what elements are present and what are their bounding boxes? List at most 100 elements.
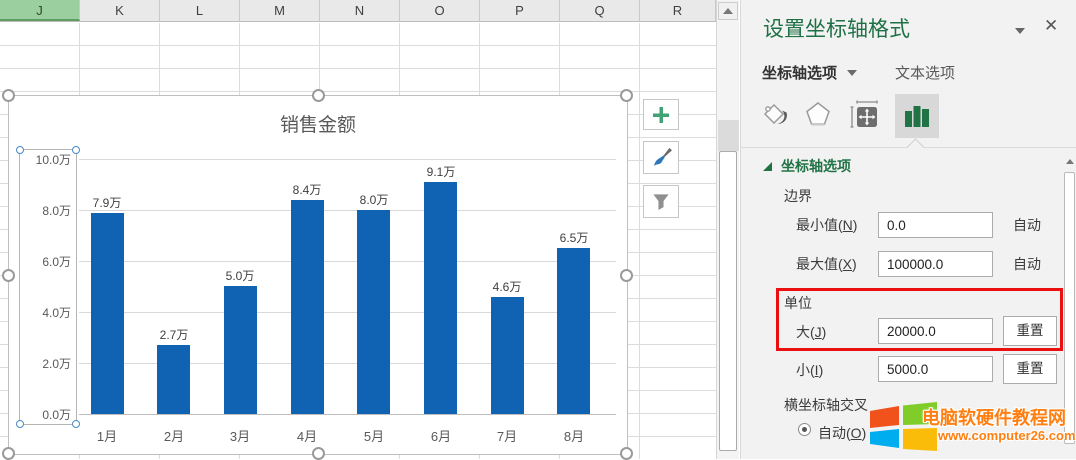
chart-bar[interactable] <box>224 286 257 414</box>
chart-bar[interactable] <box>291 200 324 414</box>
chart-resize-handle[interactable] <box>620 269 633 282</box>
chart-gridline <box>79 210 616 211</box>
chart-styles-button[interactable] <box>643 141 679 174</box>
chart-gridline <box>79 414 616 415</box>
bar-data-label[interactable]: 8.4万 <box>275 181 339 198</box>
x-axis-tick-label[interactable]: 7月 <box>475 426 539 445</box>
chart-resize-handle[interactable] <box>312 89 325 102</box>
chart-plot-area: 0.0万2.0万4.0万6.0万8.0万10.0万7.9万1月2.7万2月5.0… <box>9 96 627 454</box>
column-header-P[interactable]: P <box>480 0 560 21</box>
column-header-Q[interactable]: Q <box>560 0 640 21</box>
min-value-input[interactable] <box>878 212 993 238</box>
scroll-up-button[interactable] <box>718 2 738 20</box>
max-auto-button[interactable]: 自动 <box>1013 254 1041 274</box>
column-header-M[interactable]: M <box>240 0 320 21</box>
chart-gridline <box>79 261 616 262</box>
chart-gridline <box>79 312 616 313</box>
pane-close-button[interactable]: ✕ <box>1044 17 1058 34</box>
sheet-vertical-scrollbar[interactable] <box>716 0 739 459</box>
x-axis-tick-label[interactable]: 1月 <box>75 426 139 445</box>
min-auto-button[interactable]: 自动 <box>1013 215 1041 235</box>
axis-options-section-header[interactable]: 坐标轴选项 <box>763 156 851 176</box>
x-axis-tick-label[interactable]: 8月 <box>542 426 606 445</box>
auto-radio-button[interactable] <box>798 423 811 436</box>
axis-crosses-label: 横坐标轴交叉 <box>784 395 868 415</box>
format-axis-pane: 设置坐标轴格式 ✕ 坐标轴选项 文本选项 <box>740 0 1076 459</box>
pane-title: 设置坐标轴格式 <box>763 13 910 43</box>
radio-selected-dot <box>802 427 807 432</box>
chart-resize-handle[interactable] <box>2 269 15 282</box>
chart-bar[interactable] <box>557 248 590 414</box>
selected-tab-notch <box>906 138 924 156</box>
scroll-up-icon <box>1066 159 1074 164</box>
auto-radio-label[interactable]: 自动(O) <box>818 423 866 443</box>
bar-data-label[interactable]: 2.7万 <box>142 326 206 343</box>
effects-tab[interactable] <box>801 96 835 132</box>
pane-tabs: 坐标轴选项 文本选项 <box>762 62 955 83</box>
chart-resize-handle[interactable] <box>620 89 633 102</box>
size-properties-icon <box>848 98 880 130</box>
bar-data-label[interactable]: 4.6万 <box>475 278 539 295</box>
chart-object[interactable]: 销售金额 0.0万2.0万4.0万6.0万8.0万10.0万7.9万1月2.7万… <box>8 95 628 455</box>
scrollbar-track[interactable] <box>718 120 739 151</box>
x-axis-tick-label[interactable]: 3月 <box>208 426 272 445</box>
major-unit-reset-button[interactable]: 重置 <box>1003 316 1057 346</box>
collapse-triangle-icon <box>763 162 772 171</box>
column-header-L[interactable]: L <box>160 0 240 21</box>
pane-title-dropdown-icon[interactable] <box>1015 28 1025 34</box>
y-axis-selection-box[interactable] <box>19 149 77 425</box>
tab-dropdown-icon[interactable] <box>847 70 857 76</box>
bar-data-label[interactable]: 7.9万 <box>75 194 139 211</box>
bounds-label: 边界 <box>784 186 812 206</box>
chart-bar[interactable] <box>424 182 457 414</box>
major-unit-input[interactable] <box>878 318 993 344</box>
column-header-J[interactable]: J <box>0 0 80 21</box>
tab-text-options[interactable]: 文本选项 <box>895 62 955 83</box>
bar-data-label[interactable]: 5.0万 <box>208 267 272 284</box>
minor-unit-reset-button[interactable]: 重置 <box>1003 354 1057 384</box>
column-header-N[interactable]: N <box>320 0 400 21</box>
brush-icon <box>650 147 672 169</box>
chart-gridline <box>79 159 616 160</box>
scrollbar-thumb[interactable] <box>719 151 737 451</box>
chart-filters-button[interactable] <box>643 185 679 218</box>
chart-bar[interactable] <box>91 213 124 414</box>
column-header-R[interactable]: R <box>640 0 716 21</box>
paint-bucket-icon <box>759 99 789 129</box>
units-label: 单位 <box>784 293 812 313</box>
axis-selection-handle[interactable] <box>16 146 24 154</box>
minor-unit-input[interactable] <box>878 356 993 382</box>
x-axis-tick-label[interactable]: 2月 <box>142 426 206 445</box>
axis-options-tab-selected[interactable] <box>895 94 939 138</box>
x-axis-tick-label[interactable]: 5月 <box>342 426 406 445</box>
column-header-O[interactable]: O <box>400 0 480 21</box>
x-axis-tick-label[interactable]: 4月 <box>275 426 339 445</box>
column-header-K[interactable]: K <box>80 0 160 21</box>
chart-bar[interactable] <box>491 297 524 414</box>
bar-data-label[interactable]: 6.5万 <box>542 229 606 246</box>
axis-selection-handle[interactable] <box>16 420 24 428</box>
plus-icon <box>651 105 671 125</box>
pane-scroll-up-button[interactable] <box>1063 153 1076 169</box>
chart-bar[interactable] <box>357 210 390 414</box>
scroll-up-icon <box>723 8 733 14</box>
column-headers: JKLMNOPQR <box>0 0 716 22</box>
chart-bar[interactable] <box>157 345 190 414</box>
major-unit-label: 大(J) <box>796 322 826 342</box>
chart-elements-button[interactable] <box>643 99 679 130</box>
chart-resize-handle[interactable] <box>620 447 633 460</box>
bar-data-label[interactable]: 9.1万 <box>409 163 473 180</box>
fill-line-tab[interactable] <box>757 96 791 132</box>
chart-resize-handle[interactable] <box>312 447 325 460</box>
chart-resize-handle[interactable] <box>2 89 15 102</box>
x-axis-tick-label[interactable]: 6月 <box>409 426 473 445</box>
max-value-input[interactable] <box>878 251 993 277</box>
max-value-label: 最大值(X) <box>796 254 857 274</box>
tab-axis-options[interactable]: 坐标轴选项 <box>762 62 837 83</box>
bar-chart-icon <box>902 101 932 131</box>
axis-selection-handle[interactable] <box>72 146 80 154</box>
chart-resize-handle[interactable] <box>2 447 15 460</box>
size-properties-tab[interactable] <box>847 96 881 132</box>
axis-selection-handle[interactable] <box>72 420 80 428</box>
bar-data-label[interactable]: 8.0万 <box>342 191 406 208</box>
